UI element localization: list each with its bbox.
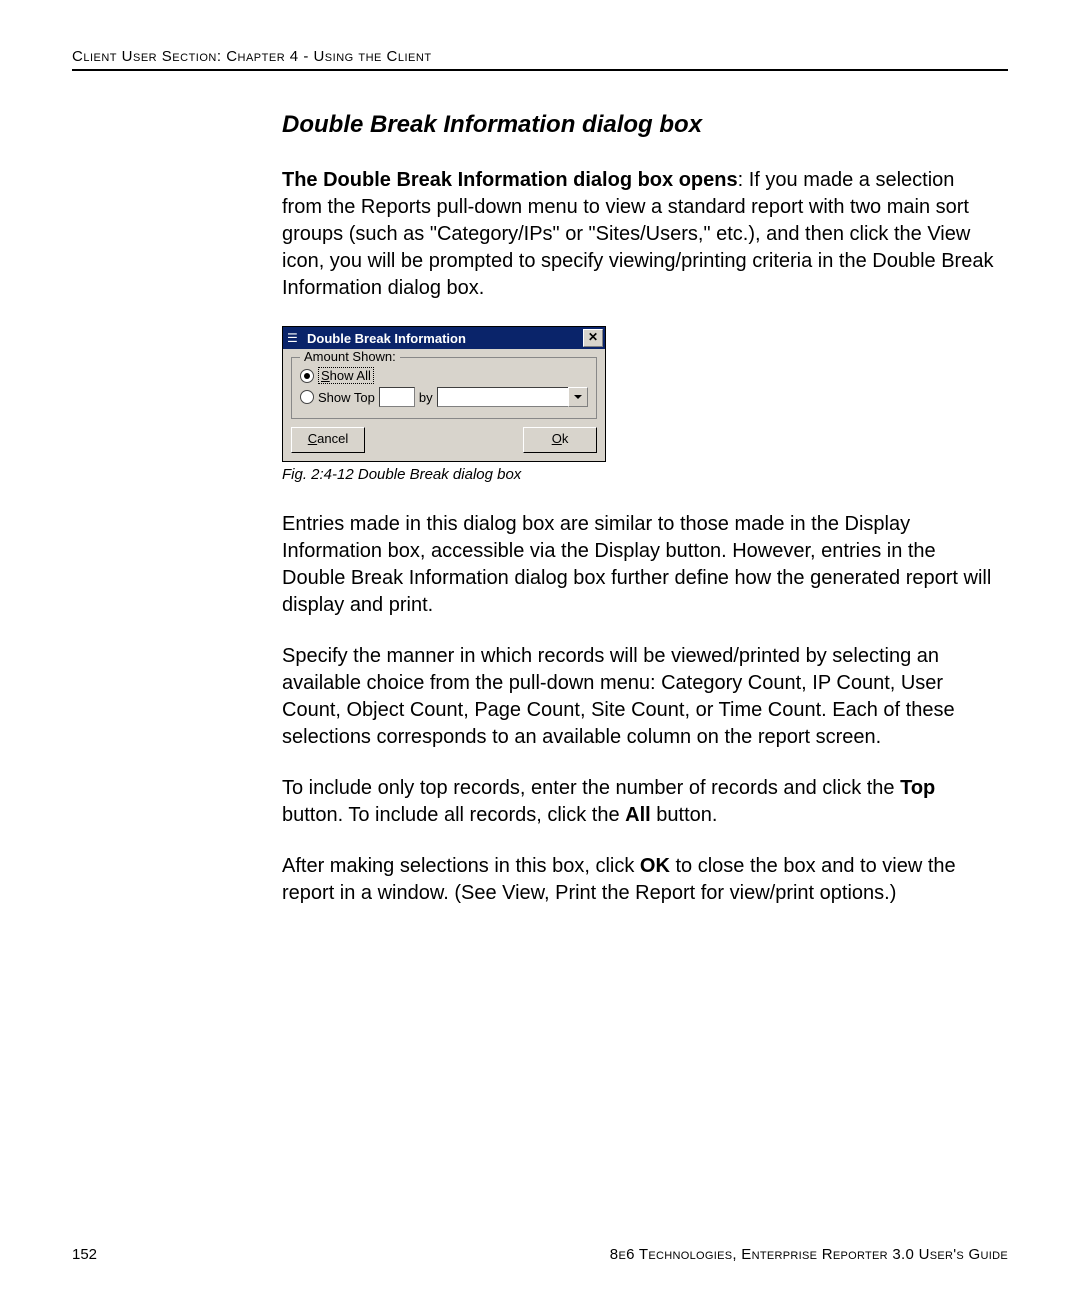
group-legend: Amount Shown: — [300, 349, 400, 364]
dialog-title: Double Break Information — [307, 331, 583, 346]
double-break-dialog: ☰ Double Break Information ✕ Amount Show… — [282, 326, 606, 462]
form-icon: ☰ — [287, 330, 303, 346]
main-content: Double Break Information dialog box The … — [282, 111, 998, 907]
figure-caption: Fig. 2:4-12 Double Break dialog box — [282, 466, 998, 483]
close-icon: ✕ — [588, 330, 598, 344]
ok-button[interactable]: Ok — [523, 427, 597, 453]
show-all-row: Show All — [300, 367, 588, 384]
close-button[interactable]: ✕ — [583, 329, 603, 347]
intro-paragraph: The Double Break Information dialog box … — [282, 167, 998, 302]
by-label: by — [419, 390, 433, 405]
chevron-down-icon — [574, 393, 582, 401]
running-head: Client User Section: Chapter 4 - Using t… — [72, 48, 1008, 71]
page-footer: 152 8e6 Technologies, Enterprise Reporte… — [72, 1246, 1008, 1263]
paragraph-5: After making selections in this box, cli… — [282, 853, 998, 907]
by-dropdown-field — [437, 387, 568, 407]
intro-bold: The Double Break Information dialog box … — [282, 169, 738, 191]
paragraph-3: Specify the manner in which records will… — [282, 643, 998, 751]
by-dropdown[interactable] — [437, 387, 588, 407]
footer-right: 8e6 Technologies, Enterprise Reporter 3.… — [610, 1246, 1008, 1263]
show-all-radio[interactable] — [300, 369, 314, 383]
by-dropdown-button[interactable] — [568, 387, 588, 407]
show-top-label: Show Top — [318, 390, 375, 405]
show-top-row: Show Top by — [300, 387, 588, 407]
show-all-label: Show All — [318, 367, 374, 384]
section-title: Double Break Information dialog box — [282, 111, 998, 139]
show-top-radio[interactable] — [300, 390, 314, 404]
top-count-input[interactable] — [379, 387, 415, 407]
paragraph-2: Entries made in this dialog box are simi… — [282, 511, 998, 619]
amount-shown-group: Amount Shown: Show All Show Top by — [291, 357, 597, 419]
paragraph-4: To include only top records, enter the n… — [282, 775, 998, 829]
dialog-titlebar: ☰ Double Break Information ✕ — [283, 327, 605, 349]
cancel-button[interactable]: Cancel — [291, 427, 365, 453]
dialog-button-bar: Cancel Ok — [283, 427, 605, 461]
page-number: 152 — [72, 1246, 97, 1263]
